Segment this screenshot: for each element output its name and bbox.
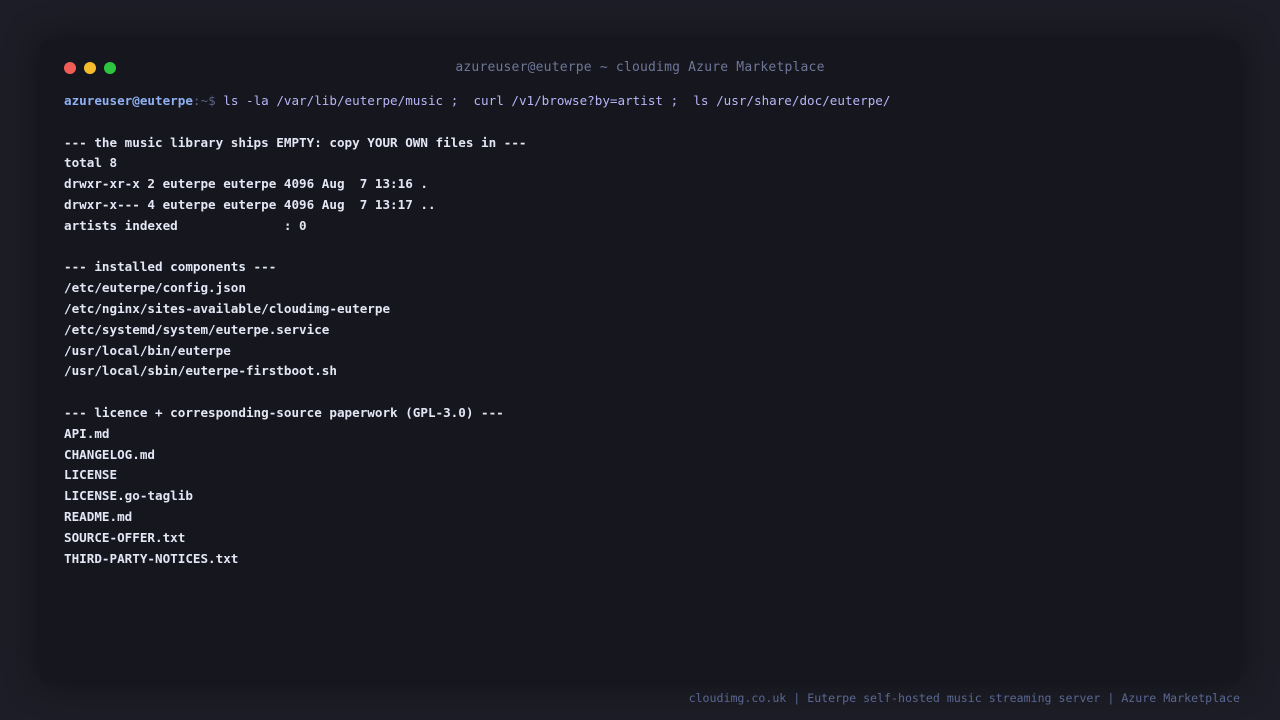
output-line: drwxr-xr-x 2 euterpe euterpe 4096 Aug 7 … [64,176,428,192]
output-line: SOURCE-OFFER.txt [64,529,186,545]
output-line: CHANGELOG.md [64,446,155,462]
output-line: LICENSE.go-taglib [64,488,193,504]
section-header-components: --- installed components --- [64,259,277,275]
command-text: ls -la /var/lib/euterpe/music ; curl /v1… [215,93,891,108]
output-line: API.md [64,425,110,441]
section-header-licence: --- licence + corresponding-source paper… [64,404,504,420]
output-line: README.md [64,508,133,524]
output-line: /etc/euterpe/config.json [64,280,246,296]
terminal-output[interactable]: azureuser@euterpe:~$ ls -la /var/lib/eut… [64,91,1216,569]
output-line: THIRD-PARTY-NOTICES.txt [64,550,239,566]
output-line: /usr/local/bin/euterpe [64,342,231,358]
output-line: drwxr-x--- 4 euterpe euterpe 4096 Aug 7 … [64,196,436,212]
prompt-path: :~$ [192,93,216,108]
output-line: /etc/systemd/system/euterpe.service [64,321,330,337]
terminal-window: azureuser@euterpe ~ cloudimg Azure Marke… [40,40,1240,682]
prompt-user-host: azureuser@euterpe [64,93,193,108]
output-line: /usr/local/sbin/euterpe-firstboot.sh [64,363,337,379]
output-line: total 8 [64,155,118,171]
window-title: azureuser@euterpe ~ cloudimg Azure Marke… [455,60,825,75]
output-line: /etc/nginx/sites-available/cloudimg-eute… [64,300,391,316]
footer-caption: cloudimg.co.uk | Euterpe self-hosted mus… [688,691,1240,705]
title-bar: azureuser@euterpe ~ cloudimg Azure Marke… [40,40,1240,94]
prompt-line: azureuser@euterpe:~$ ls -la /var/lib/eut… [64,91,1216,112]
output-line: artists indexed : 0 [64,217,307,233]
output-line: LICENSE [64,467,118,483]
section-header-music: --- the music library ships EMPTY: copy … [64,134,527,150]
